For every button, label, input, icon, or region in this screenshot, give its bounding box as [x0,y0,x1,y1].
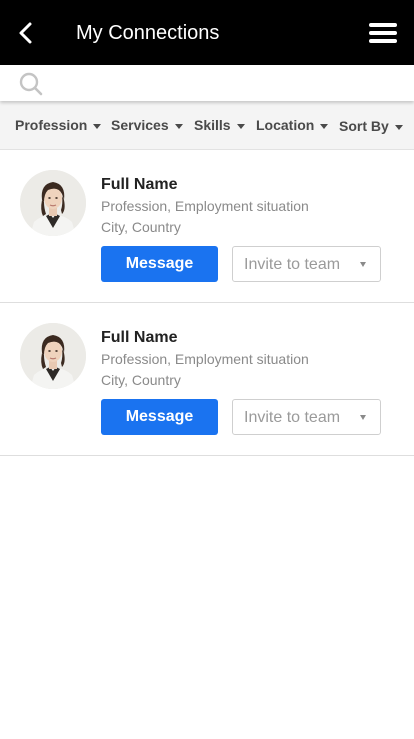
search-bar [0,65,414,101]
caret-down-icon [174,123,183,129]
caret-down-icon [236,123,245,129]
invite-select-label: Invite to team [244,409,341,426]
page-title: My Connections [76,22,220,44]
hamburger-menu-icon [369,23,397,43]
caret-down-icon [320,123,329,129]
connection-card: Full Name Profession, Employment situati… [0,150,414,303]
back-button[interactable] [12,18,42,48]
caret-down-icon [360,415,366,420]
profile-photo [20,170,86,236]
menu-button[interactable] [368,20,398,46]
filter-label: Location [256,117,315,133]
caret-down-icon [360,262,366,267]
invite-to-team-select[interactable]: Invite to team [232,246,381,282]
caret-down-icon [93,123,102,129]
caret-down-icon [394,124,403,130]
filter-label: Profession [15,117,88,133]
filter-skills[interactable]: Skills [194,117,245,133]
connection-name[interactable]: Full Name [101,329,177,347]
filter-location[interactable]: Location [256,117,329,133]
connection-name[interactable]: Full Name [101,176,177,194]
filter-bar: Profession Services Skills Location Sort… [0,101,414,150]
filter-label: Sort By [339,118,389,134]
filter-sort-by[interactable]: Sort By [339,118,403,134]
connection-profession: Profession, Employment situation [101,351,309,367]
chevron-left-icon [19,22,32,44]
app-header: My Connections [0,0,414,65]
filter-profession[interactable]: Profession [15,117,102,133]
connection-profession: Profession, Employment situation [101,198,309,214]
connection-card: Full Name Profession, Employment situati… [0,303,414,456]
message-button[interactable]: Message [101,399,218,435]
filter-label: Skills [194,117,231,133]
avatar[interactable] [20,170,86,236]
filter-label: Services [111,117,169,133]
search-input[interactable] [52,69,406,99]
invite-to-team-select[interactable]: Invite to team [232,399,381,435]
search-icon[interactable] [18,71,44,97]
connection-location: City, Country [101,372,181,388]
message-button[interactable]: Message [101,246,218,282]
filter-services[interactable]: Services [111,117,183,133]
avatar[interactable] [20,323,86,389]
connection-location: City, Country [101,219,181,235]
profile-photo [20,323,86,389]
invite-select-label: Invite to team [244,256,341,273]
